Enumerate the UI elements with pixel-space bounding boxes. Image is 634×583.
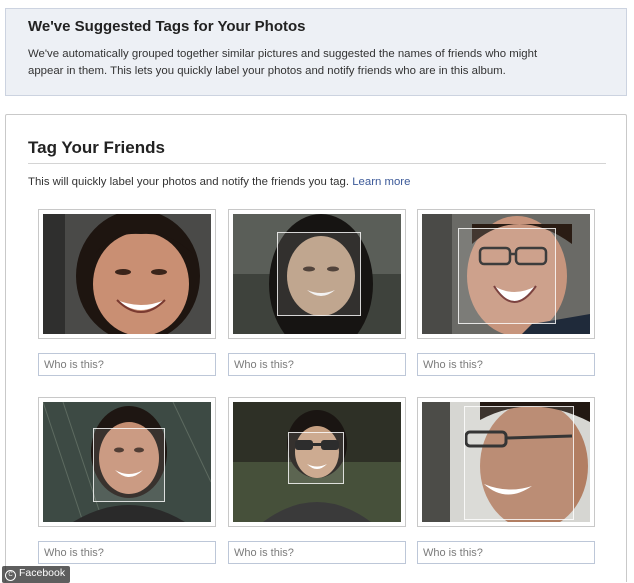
- photo-tile-6[interactable]: [417, 397, 595, 527]
- panel-intro: This will quickly label your photos and …: [28, 176, 410, 188]
- title-divider: [28, 163, 606, 164]
- face-tag-box-5[interactable]: [288, 432, 344, 484]
- credit-text: Facebook: [19, 567, 66, 579]
- notice-line-1: We've automatically grouped together sim…: [28, 48, 538, 60]
- notice-title: We've Suggested Tags for Your Photos: [28, 18, 306, 35]
- who-is-this-input-4[interactable]: [38, 541, 216, 564]
- panel-title: Tag Your Friends: [28, 138, 165, 157]
- who-is-this-input-5[interactable]: [228, 541, 406, 564]
- photo-3[interactable]: [422, 214, 590, 334]
- photo-6[interactable]: [422, 402, 590, 522]
- who-is-this-input-2[interactable]: [228, 353, 406, 376]
- photo-tile-3[interactable]: [417, 209, 595, 339]
- face-tag-box-3[interactable]: [458, 228, 556, 324]
- photo-1[interactable]: [43, 214, 211, 334]
- intro-text: This will quickly label your photos and …: [28, 176, 350, 188]
- who-is-this-input-6[interactable]: [417, 541, 595, 564]
- learn-more-link[interactable]: Learn more: [352, 176, 410, 188]
- who-is-this-input-3[interactable]: [417, 353, 595, 376]
- photo-4[interactable]: [43, 402, 211, 522]
- photo-tile-2[interactable]: [228, 209, 406, 339]
- suggested-tags-notice: We've Suggested Tags for Your Photos We'…: [5, 8, 627, 96]
- who-is-this-input-1[interactable]: [38, 353, 216, 376]
- photo-tile-4[interactable]: [38, 397, 216, 527]
- photo-2[interactable]: [233, 214, 401, 334]
- photo-tile-5[interactable]: [228, 397, 406, 527]
- face-tag-box-2[interactable]: [277, 232, 361, 316]
- notice-text: We've automatically grouped together sim…: [28, 46, 604, 80]
- face-tag-box-6[interactable]: [464, 406, 574, 520]
- notice-line-2: appear in them. This lets you quickly la…: [28, 65, 506, 77]
- photo-credit: C Facebook: [2, 566, 71, 583]
- photo-5[interactable]: [233, 402, 401, 522]
- photo-tile-1[interactable]: [38, 209, 216, 339]
- copyright-icon: C: [5, 570, 16, 581]
- face-tag-box-4[interactable]: [93, 428, 165, 502]
